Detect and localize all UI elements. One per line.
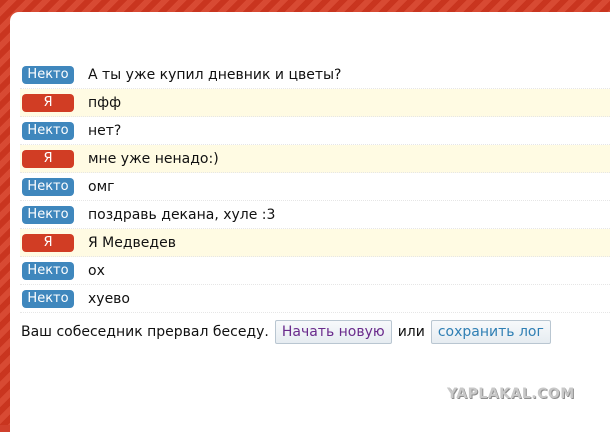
- chat-log: Некто А ты уже купил дневник и цветы? Я …: [20, 61, 610, 313]
- message-text: Я Медведев: [88, 234, 176, 251]
- author-badge-stranger: Некто: [22, 121, 74, 140]
- chat-message: Некто нет?: [20, 117, 610, 145]
- author-badge-me: Я: [22, 93, 74, 112]
- author-badge-stranger: Некто: [22, 65, 74, 84]
- message-text: хуево: [88, 290, 130, 307]
- chat-message: Некто поздравь декана, хуле :3: [20, 201, 610, 229]
- start-new-chat-button[interactable]: Начать новую: [274, 320, 392, 344]
- site-watermark: YAPLAKAL.COM: [447, 386, 575, 402]
- author-badge-stranger: Некто: [22, 261, 74, 280]
- message-text: нет?: [88, 122, 122, 139]
- status-text: Ваш собеседник прервал беседу.: [21, 324, 269, 340]
- message-text: поздравь декана, хуле :3: [88, 206, 276, 223]
- chat-message: Некто хуево: [20, 285, 610, 313]
- author-badge-me: Я: [22, 149, 74, 168]
- author-badge-stranger: Некто: [22, 289, 74, 308]
- message-text: ох: [88, 262, 105, 279]
- chat-message: Некто ох: [20, 257, 610, 285]
- message-text: омг: [88, 178, 115, 195]
- message-text: А ты уже купил дневник и цветы?: [88, 66, 342, 83]
- message-text: пфф: [88, 94, 122, 111]
- chat-message: Я мне уже ненадо:): [20, 145, 610, 173]
- chat-message: Я Я Медведев: [20, 229, 610, 257]
- author-badge-stranger: Некто: [22, 205, 74, 224]
- chat-message: Некто А ты уже купил дневник и цветы?: [20, 61, 610, 89]
- chat-message: Некто омг: [20, 173, 610, 201]
- message-text: мне уже ненадо:): [88, 150, 219, 167]
- or-label: или: [397, 324, 425, 340]
- author-badge-stranger: Некто: [22, 177, 74, 196]
- chat-message: Я пфф: [20, 89, 610, 117]
- chat-status-bar: Ваш собеседник прервал беседу. Начать но…: [21, 319, 551, 345]
- author-badge-me: Я: [22, 233, 74, 252]
- save-log-button[interactable]: сохранить лог: [430, 320, 551, 344]
